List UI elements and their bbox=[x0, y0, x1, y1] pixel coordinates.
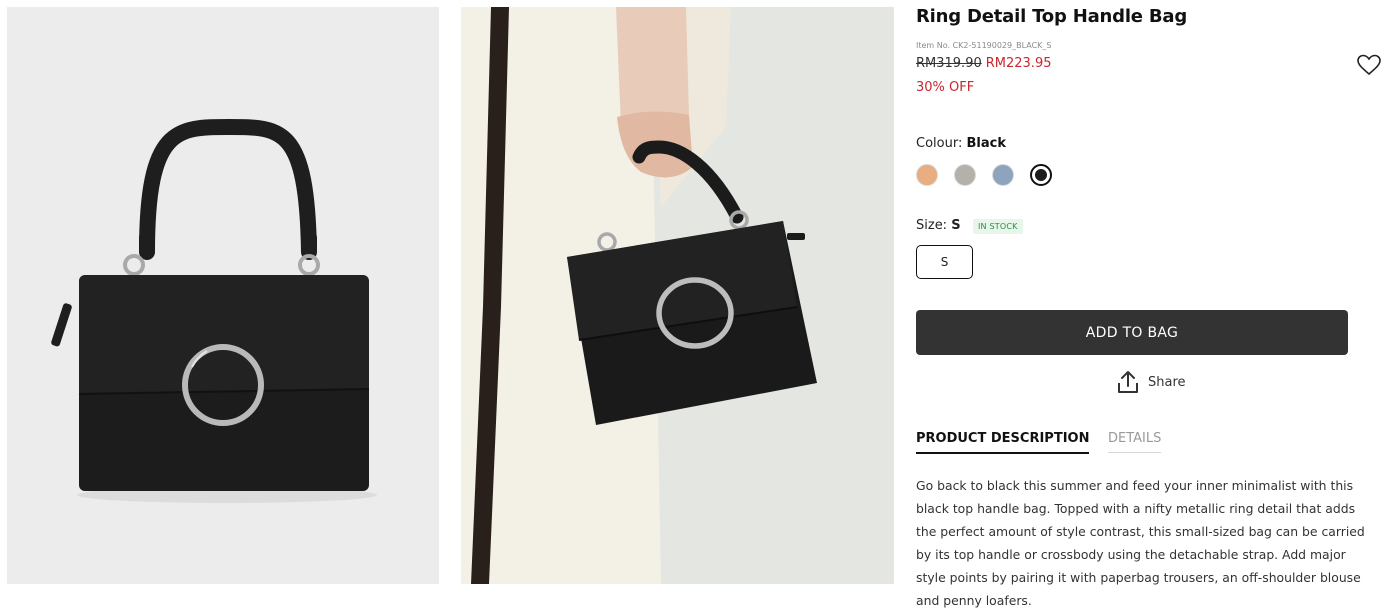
wishlist-button[interactable] bbox=[1356, 52, 1382, 78]
stock-badge: IN STOCK bbox=[973, 219, 1023, 234]
discount-label: 30% OFF bbox=[916, 80, 975, 95]
product-details-panel: Ring Detail Top Handle Bag Item No. CK2-… bbox=[916, 0, 1381, 608]
sale-price: RM223.95 bbox=[985, 56, 1052, 71]
tab-details[interactable]: DETAILS bbox=[1108, 431, 1162, 453]
heart-icon bbox=[1357, 54, 1381, 76]
product-image-model[interactable] bbox=[461, 7, 894, 584]
add-to-bag-button[interactable]: ADD TO BAG bbox=[916, 310, 1348, 355]
item-number: Item No. CK2-51190029_BLACK_S bbox=[916, 41, 1052, 50]
colour-label-text: Colour: bbox=[916, 136, 963, 151]
selected-size: S bbox=[951, 218, 961, 233]
selected-colour: Black bbox=[966, 136, 1006, 151]
size-label: Size: S bbox=[916, 218, 961, 233]
swatch-grey[interactable] bbox=[954, 164, 976, 186]
price-row: RM319.90 RM223.95 bbox=[916, 56, 1052, 71]
bag-front-illustration bbox=[7, 7, 439, 584]
share-label: Share bbox=[1148, 374, 1186, 390]
colour-label: Colour: Black bbox=[916, 136, 1006, 151]
bag-model-illustration bbox=[461, 7, 894, 584]
share-upload-icon bbox=[1118, 371, 1138, 393]
swatch-tan[interactable] bbox=[916, 164, 938, 186]
product-image-front[interactable] bbox=[7, 7, 439, 584]
original-price: RM319.90 bbox=[916, 56, 982, 71]
tab-product-description[interactable]: PRODUCT DESCRIPTION bbox=[916, 431, 1090, 454]
size-option-s[interactable]: S bbox=[916, 245, 973, 279]
product-title: Ring Detail Top Handle Bag bbox=[916, 6, 1188, 27]
product-description-text: Go back to black this summer and feed yo… bbox=[916, 478, 1365, 608]
size-label-text: Size: bbox=[916, 218, 948, 233]
share-button[interactable]: Share bbox=[1116, 369, 1186, 395]
swatch-denim[interactable] bbox=[992, 164, 1014, 186]
swatch-black-fill bbox=[1035, 169, 1047, 181]
swatch-black[interactable] bbox=[1030, 164, 1052, 186]
